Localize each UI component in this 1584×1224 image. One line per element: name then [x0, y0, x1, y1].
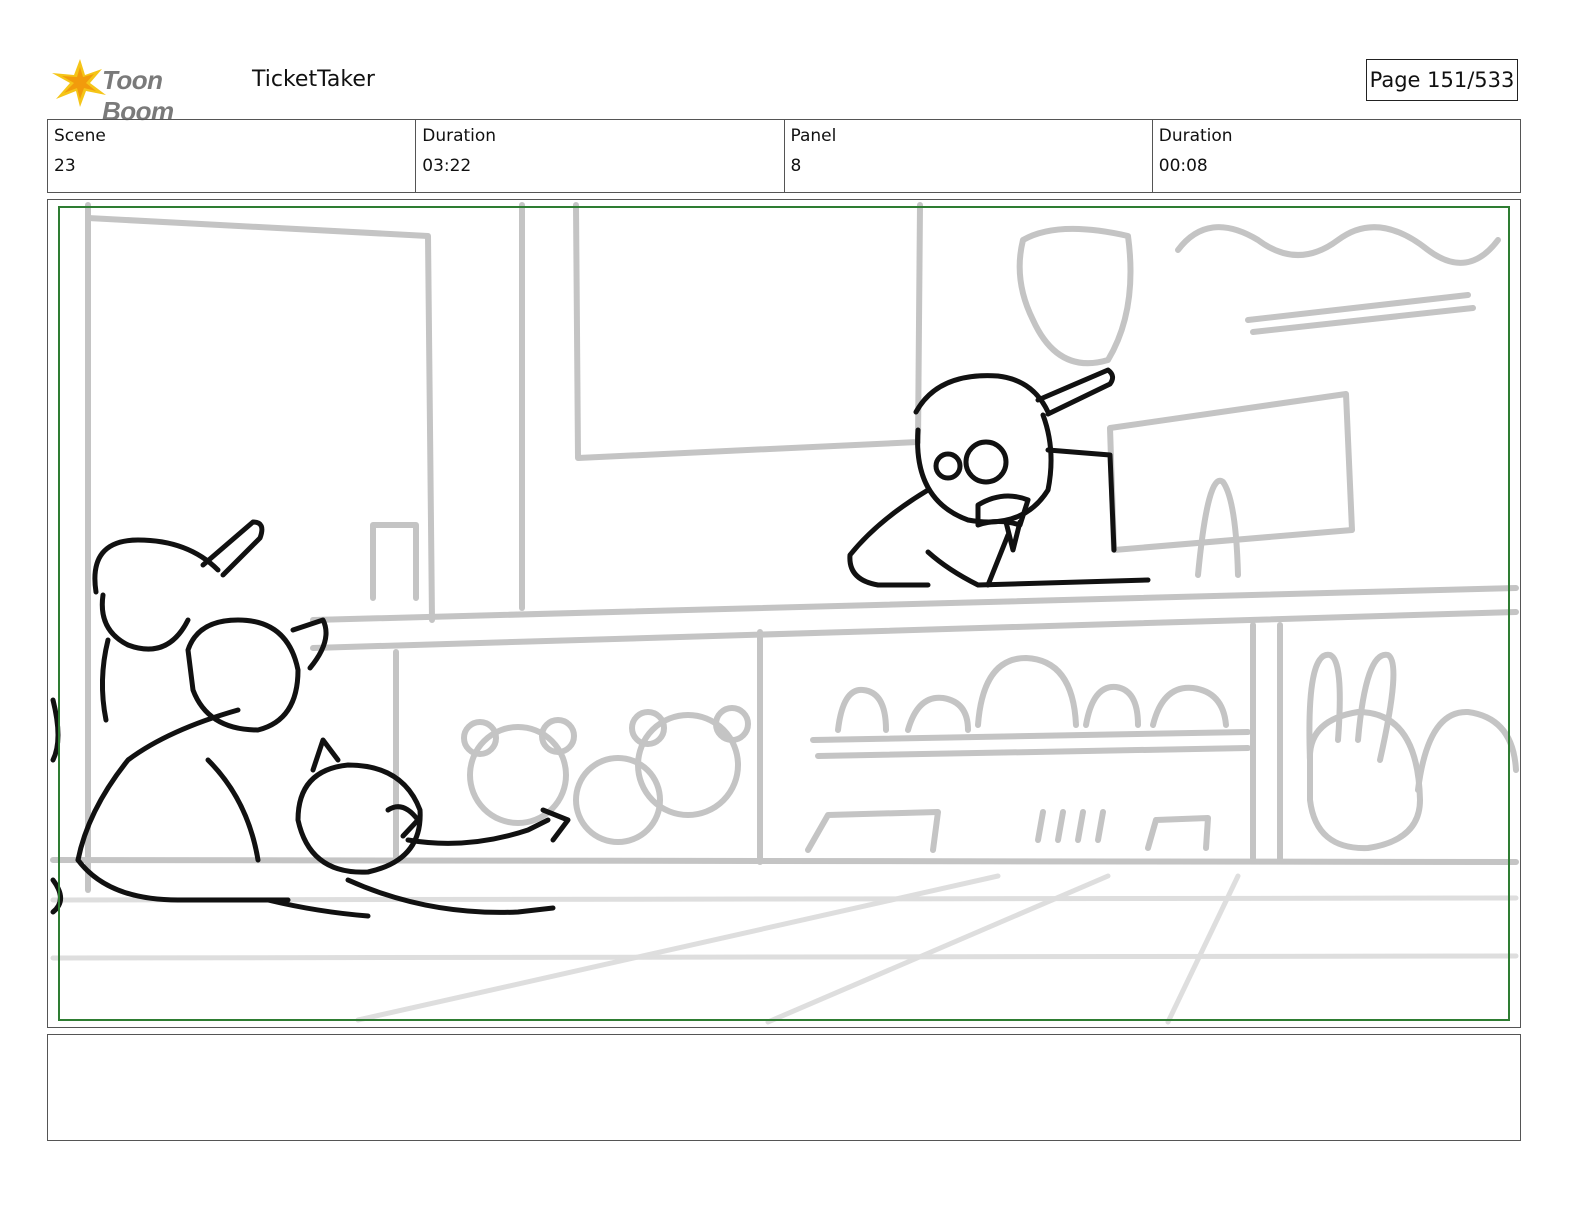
storyboard-panel-frame	[47, 199, 1521, 1028]
project-title: TicketTaker	[252, 67, 375, 92]
sketch-drawing	[50, 202, 1519, 1025]
character-sketch	[50, 367, 1151, 919]
page-indicator: Page 151/533	[1366, 59, 1518, 101]
panel-duration-cell: Duration 00:08	[1151, 120, 1520, 192]
background-sketch	[50, 202, 1519, 893]
panel-value: 8	[790, 156, 802, 176]
panel-duration-value: 00:08	[1158, 156, 1208, 176]
scene-duration-cell: Duration 03:22	[415, 120, 783, 192]
panel-info-table: Scene 23 Duration 03:22 Panel 8 Duration…	[47, 119, 1521, 193]
logo-star-icon	[52, 59, 106, 107]
toon-boom-logo: Toon Boom	[50, 55, 240, 126]
scene-cell: Scene 23	[48, 120, 415, 192]
scene-duration-label: Duration	[422, 126, 497, 146]
panel-cell: Panel 8	[783, 120, 1152, 192]
storyboard-header: Toon Boom TicketTaker Page 151/533	[50, 55, 1530, 126]
scene-label: Scene	[54, 126, 106, 146]
notes-box	[47, 1034, 1521, 1141]
panel-label: Panel	[790, 126, 837, 146]
page-label: Page 151/533	[1369, 68, 1515, 92]
scene-value: 23	[54, 156, 76, 176]
scene-duration-value: 03:22	[422, 156, 472, 176]
logo-text: Toon Boom	[102, 65, 174, 126]
panel-duration-label: Duration	[1158, 126, 1233, 146]
